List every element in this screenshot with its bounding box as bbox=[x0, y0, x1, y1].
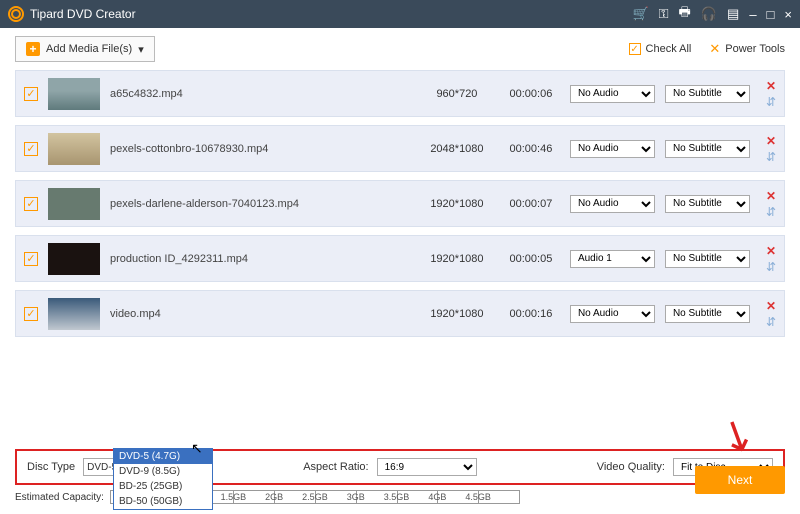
add-media-label: Add Media File(s) bbox=[46, 43, 132, 55]
capacity-tick: 3.5GB bbox=[384, 492, 410, 502]
reorder-icon[interactable]: ⇵ bbox=[766, 205, 776, 219]
file-name: pexels-cottonbro-10678930.mp4 bbox=[110, 143, 412, 155]
aspect-ratio-label: Aspect Ratio: bbox=[303, 461, 368, 473]
row-checkbox[interactable]: ✓ bbox=[24, 142, 38, 156]
thumbnail bbox=[48, 78, 100, 110]
thumbnail bbox=[48, 188, 100, 220]
audio-select[interactable]: No Audio bbox=[570, 140, 655, 158]
row-checkbox[interactable]: ✓ bbox=[24, 197, 38, 211]
duration: 00:00:05 bbox=[502, 253, 560, 265]
file-row[interactable]: ✓ a65c4832.mp4 960*720 00:00:06 No Audio… bbox=[15, 70, 785, 117]
resolution: 1920*1080 bbox=[422, 308, 492, 320]
titlebar: Tipard DVD Creator 🛒 ⚿ 🖶 🎧 ▤ – □ × bbox=[0, 0, 800, 28]
power-tools-label: Power Tools bbox=[725, 43, 785, 55]
capacity-tick: 3GB bbox=[347, 492, 365, 502]
maximize-icon[interactable]: □ bbox=[767, 7, 775, 22]
subtitle-select[interactable]: No Subtitle bbox=[665, 85, 750, 103]
capacity-tick: 2GB bbox=[265, 492, 283, 502]
delete-icon[interactable]: ✕ bbox=[766, 189, 776, 203]
dropdown-option[interactable]: DVD-9 (8.5G) bbox=[114, 464, 212, 479]
delete-icon[interactable]: ✕ bbox=[766, 79, 776, 93]
audio-select[interactable]: No Audio bbox=[570, 85, 655, 103]
thumbnail bbox=[48, 133, 100, 165]
app-title: Tipard DVD Creator bbox=[30, 7, 632, 21]
subtitle-select[interactable]: No Subtitle bbox=[665, 305, 750, 323]
capacity-label: Estimated Capacity: bbox=[15, 492, 104, 503]
toolbar: + Add Media File(s) ▾ ✓ Check All ✕ Powe… bbox=[0, 28, 800, 70]
app-logo-icon bbox=[8, 6, 24, 22]
capacity-tick: 2.5GB bbox=[302, 492, 328, 502]
delete-icon[interactable]: ✕ bbox=[766, 134, 776, 148]
duration: 00:00:46 bbox=[502, 143, 560, 155]
resolution: 2048*1080 bbox=[422, 143, 492, 155]
cursor-icon: ↖ bbox=[191, 440, 203, 457]
row-checkbox[interactable]: ✓ bbox=[24, 87, 38, 101]
dropdown-option[interactable]: BD-50 (50GB) bbox=[114, 494, 212, 509]
duration: 00:00:07 bbox=[502, 198, 560, 210]
print-icon[interactable]: 🖶 bbox=[679, 3, 691, 25]
check-all-label: Check All bbox=[646, 43, 692, 55]
resolution: 1920*1080 bbox=[422, 253, 492, 265]
add-media-button[interactable]: + Add Media File(s) ▾ bbox=[15, 36, 155, 62]
audio-select[interactable]: Audio 1 bbox=[570, 250, 655, 268]
minimize-icon[interactable]: – bbox=[749, 7, 756, 22]
key-icon[interactable]: ⚿ bbox=[659, 6, 669, 22]
audio-select[interactable]: No Audio bbox=[570, 195, 655, 213]
dropdown-option[interactable]: BD-25 (25GB) bbox=[114, 479, 212, 494]
delete-icon[interactable]: ✕ bbox=[766, 299, 776, 313]
disc-type-dropdown[interactable]: DVD-5 (4.7G)DVD-9 (8.5G)BD-25 (25GB)BD-5… bbox=[113, 448, 213, 510]
headset-icon[interactable]: 🎧 bbox=[701, 6, 717, 22]
file-name: pexels-darlene-alderson-7040123.mp4 bbox=[110, 198, 412, 210]
menu-icon[interactable]: ▤ bbox=[727, 6, 739, 22]
checkbox-icon: ✓ bbox=[629, 43, 641, 55]
file-list: ✓ a65c4832.mp4 960*720 00:00:06 No Audio… bbox=[0, 70, 800, 337]
next-button[interactable]: Next bbox=[695, 466, 785, 494]
subtitle-select[interactable]: No Subtitle bbox=[665, 140, 750, 158]
resolution: 960*720 bbox=[422, 88, 492, 100]
tools-icon: ✕ bbox=[709, 41, 720, 57]
chevron-down-icon: ▾ bbox=[138, 43, 144, 56]
duration: 00:00:16 bbox=[502, 308, 560, 320]
titlebar-icons: 🛒 ⚿ 🖶 🎧 ▤ – □ × bbox=[632, 3, 792, 25]
file-row[interactable]: ✓ pexels-cottonbro-10678930.mp4 2048*108… bbox=[15, 125, 785, 172]
subtitle-select[interactable]: No Subtitle bbox=[665, 250, 750, 268]
duration: 00:00:06 bbox=[502, 88, 560, 100]
thumbnail bbox=[48, 298, 100, 330]
check-all-button[interactable]: ✓ Check All bbox=[629, 43, 692, 55]
close-icon[interactable]: × bbox=[784, 7, 792, 22]
capacity-tick: 4GB bbox=[428, 492, 446, 502]
file-name: production ID_4292311.mp4 bbox=[110, 253, 412, 265]
file-name: a65c4832.mp4 bbox=[110, 88, 412, 100]
reorder-icon[interactable]: ⇵ bbox=[766, 315, 776, 329]
capacity-tick: 1.5GB bbox=[221, 492, 247, 502]
resolution: 1920*1080 bbox=[422, 198, 492, 210]
audio-select[interactable]: No Audio bbox=[570, 305, 655, 323]
power-tools-button[interactable]: ✕ Power Tools bbox=[709, 41, 785, 57]
reorder-icon[interactable]: ⇵ bbox=[766, 150, 776, 164]
file-row[interactable]: ✓ video.mp4 1920*1080 00:00:16 No Audio … bbox=[15, 290, 785, 337]
plus-icon: + bbox=[26, 42, 40, 56]
aspect-ratio-select[interactable]: 16:9 bbox=[377, 458, 477, 476]
disc-type-label: Disc Type bbox=[27, 461, 75, 473]
row-checkbox[interactable]: ✓ bbox=[24, 307, 38, 321]
capacity-tick: 4.5GB bbox=[465, 492, 491, 502]
thumbnail bbox=[48, 243, 100, 275]
video-quality-label: Video Quality: bbox=[597, 461, 665, 473]
row-checkbox[interactable]: ✓ bbox=[24, 252, 38, 266]
delete-icon[interactable]: ✕ bbox=[766, 244, 776, 258]
subtitle-select[interactable]: No Subtitle bbox=[665, 195, 750, 213]
file-name: video.mp4 bbox=[110, 308, 412, 320]
reorder-icon[interactable]: ⇵ bbox=[766, 95, 776, 109]
reorder-icon[interactable]: ⇵ bbox=[766, 260, 776, 274]
cart-icon[interactable]: 🛒 bbox=[632, 6, 648, 22]
file-row[interactable]: ✓ pexels-darlene-alderson-7040123.mp4 19… bbox=[15, 180, 785, 227]
file-row[interactable]: ✓ production ID_4292311.mp4 1920*1080 00… bbox=[15, 235, 785, 282]
